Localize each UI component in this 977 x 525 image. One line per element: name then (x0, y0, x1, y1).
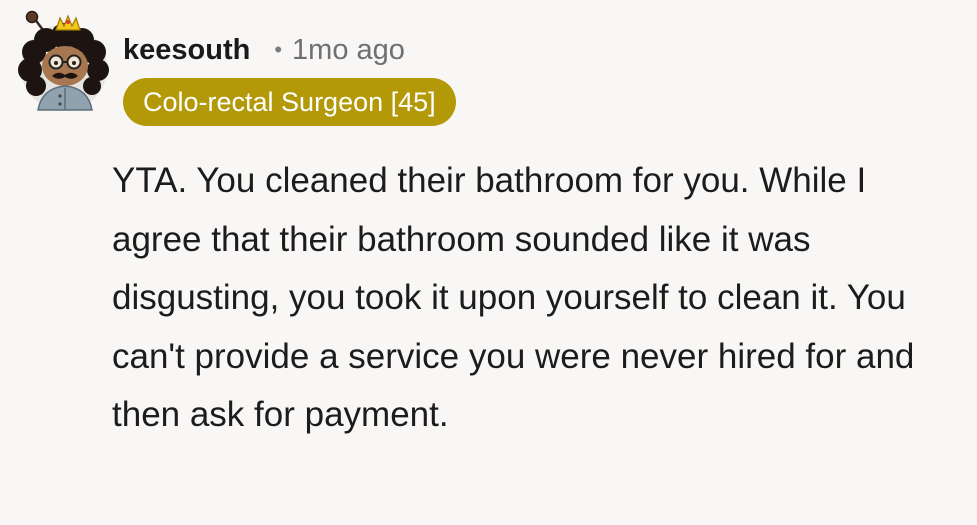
avatar[interactable] (18, 10, 110, 112)
snoo-avatar-icon (18, 10, 109, 111)
comment-header: keesouth • 1mo ago (123, 30, 405, 70)
author-username[interactable]: keesouth (123, 34, 250, 67)
user-flair-badge: Colo-rectal Surgeon [45] (123, 78, 456, 126)
comment: keesouth • 1mo ago Colo-rectal Surgeon [… (0, 0, 977, 525)
comment-body: YTA. You cleaned their bathroom for you.… (112, 161, 915, 434)
comment-timestamp[interactable]: 1mo ago (292, 34, 405, 67)
meta-separator: • (274, 37, 283, 62)
